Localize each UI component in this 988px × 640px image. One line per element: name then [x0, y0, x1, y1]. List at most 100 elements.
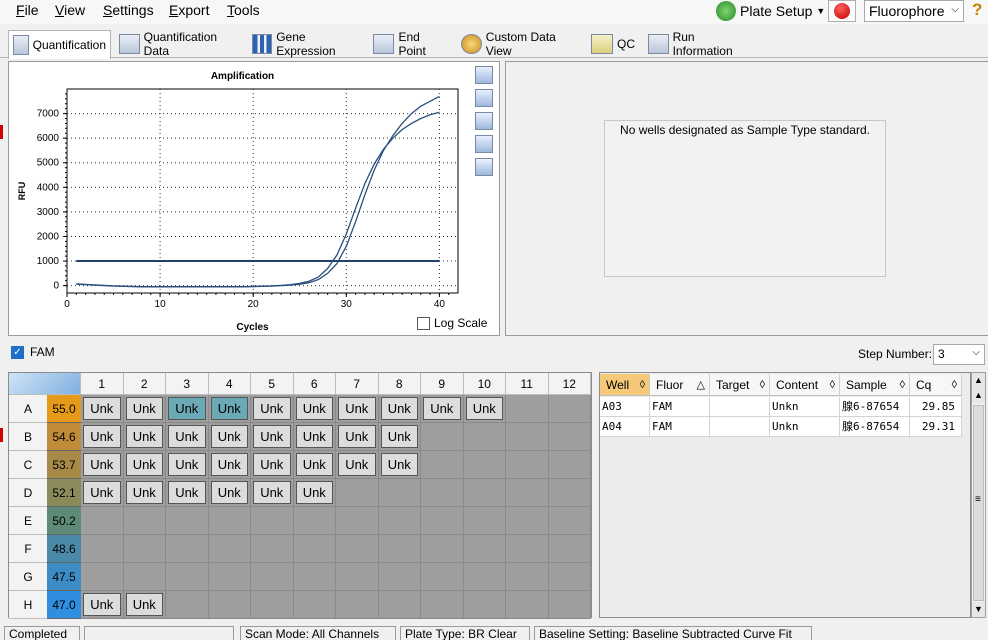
- plate-well[interactable]: Unk: [251, 395, 294, 423]
- plate-well[interactable]: Unk: [251, 451, 294, 479]
- plate-well[interactable]: [251, 535, 294, 563]
- plate-well[interactable]: [81, 563, 124, 591]
- menu-view[interactable]: View: [55, 2, 85, 18]
- result-cell-fluor[interactable]: FAM: [650, 397, 710, 417]
- well-content-label[interactable]: Unk: [210, 481, 248, 504]
- plate-well[interactable]: [506, 563, 549, 591]
- well-content-label[interactable]: Unk: [380, 453, 418, 476]
- plate-well[interactable]: [123, 563, 166, 591]
- plate-well[interactable]: [548, 395, 591, 423]
- plate-well[interactable]: [251, 563, 294, 591]
- results-scrollbar[interactable]: ▲ ▲ ≡ ▼: [971, 372, 986, 618]
- well-content-label[interactable]: Unk: [253, 453, 291, 476]
- fluorophore-select[interactable]: Fluorophore ⌵: [864, 0, 964, 22]
- plate-well[interactable]: Unk: [293, 451, 336, 479]
- plate-well[interactable]: [336, 479, 379, 507]
- well-content-label[interactable]: Unk: [423, 397, 461, 420]
- chart-settings-icon[interactable]: [475, 135, 493, 153]
- well-content-label[interactable]: Unk: [168, 453, 206, 476]
- plate-well[interactable]: [123, 507, 166, 535]
- scroll-down-icon[interactable]: ▼: [972, 602, 985, 617]
- well-content-label[interactable]: Unk: [125, 593, 163, 616]
- well-content-label[interactable]: Unk: [168, 425, 206, 448]
- export-icon[interactable]: [475, 112, 493, 130]
- plate-well[interactable]: [293, 591, 336, 619]
- plate-well[interactable]: Unk: [293, 423, 336, 451]
- column-header[interactable]: 1: [81, 373, 124, 395]
- well-content-label[interactable]: Unk: [83, 425, 121, 448]
- well-content-label[interactable]: Unk: [125, 397, 163, 420]
- row-header[interactable]: A: [9, 395, 47, 423]
- plate-well[interactable]: [548, 479, 591, 507]
- plate-well[interactable]: Unk: [166, 423, 209, 451]
- row-header[interactable]: F: [9, 535, 47, 563]
- sort-icon[interactable]: ◊: [640, 374, 645, 396]
- column-header[interactable]: 12: [548, 373, 591, 395]
- well-content-label[interactable]: Unk: [210, 397, 248, 420]
- column-header[interactable]: 5: [251, 373, 294, 395]
- plate-well[interactable]: Unk: [336, 395, 379, 423]
- plate-well[interactable]: [378, 479, 421, 507]
- plate-well[interactable]: [421, 479, 464, 507]
- row-header[interactable]: H: [9, 591, 47, 619]
- result-cell-well[interactable]: A04: [600, 417, 650, 437]
- row-header[interactable]: B: [9, 423, 47, 451]
- result-cell-well[interactable]: A03: [600, 397, 650, 417]
- menu-tools[interactable]: Tools: [227, 2, 260, 18]
- plate-well[interactable]: [293, 507, 336, 535]
- plate-well[interactable]: [506, 479, 549, 507]
- column-header[interactable]: 10: [463, 373, 506, 395]
- column-header-cq[interactable]: Cq ◊: [910, 374, 962, 396]
- plate-well[interactable]: [463, 423, 506, 451]
- plate-well[interactable]: [463, 563, 506, 591]
- row-header[interactable]: D: [9, 479, 47, 507]
- well-content-label[interactable]: Unk: [338, 425, 376, 448]
- plate-well[interactable]: [336, 535, 379, 563]
- column-header[interactable]: 11: [506, 373, 549, 395]
- result-cell-target[interactable]: [710, 417, 770, 437]
- plate-well[interactable]: Unk: [81, 451, 124, 479]
- plate-well[interactable]: [548, 423, 591, 451]
- plate-well[interactable]: Unk: [81, 479, 124, 507]
- plate-well[interactable]: [463, 591, 506, 619]
- plate-well[interactable]: [81, 507, 124, 535]
- plate-well[interactable]: [208, 535, 251, 563]
- plate-well[interactable]: Unk: [378, 451, 421, 479]
- well-content-label[interactable]: Unk: [253, 397, 291, 420]
- column-header[interactable]: 7: [336, 373, 379, 395]
- log-scale-checkbox[interactable]: [417, 316, 430, 330]
- copy-icon[interactable]: [475, 66, 493, 84]
- tab-gene-expression[interactable]: Gene Expression: [248, 30, 364, 58]
- plate-well[interactable]: Unk: [123, 395, 166, 423]
- plate-well[interactable]: [506, 535, 549, 563]
- plate-well[interactable]: [421, 563, 464, 591]
- plate-well[interactable]: [378, 591, 421, 619]
- plate-well[interactable]: Unk: [421, 395, 464, 423]
- plate-well[interactable]: [166, 535, 209, 563]
- result-cell-cq[interactable]: 29.31: [910, 417, 962, 437]
- well-content-label[interactable]: Unk: [125, 425, 163, 448]
- plate-well[interactable]: Unk: [208, 479, 251, 507]
- plate-well[interactable]: Unk: [123, 423, 166, 451]
- plate-well[interactable]: Unk: [81, 591, 124, 619]
- plate-well[interactable]: [463, 451, 506, 479]
- curve-icon[interactable]: [475, 158, 493, 176]
- fam-toggle[interactable]: ✓ FAM: [11, 345, 55, 359]
- column-header-sample[interactable]: Sample ◊: [840, 374, 910, 396]
- well-content-label[interactable]: Unk: [338, 397, 376, 420]
- well-content-label[interactable]: Unk: [83, 593, 121, 616]
- well-content-label[interactable]: Unk: [83, 397, 121, 420]
- row-header[interactable]: G: [9, 563, 47, 591]
- help-button[interactable]: ?: [972, 0, 988, 22]
- plate-well[interactable]: [506, 507, 549, 535]
- well-content-label[interactable]: Unk: [295, 397, 333, 420]
- column-header[interactable]: 4: [208, 373, 251, 395]
- column-header-content[interactable]: Content ◊: [770, 374, 840, 396]
- column-header[interactable]: 6: [293, 373, 336, 395]
- plate-well[interactable]: [548, 451, 591, 479]
- column-header[interactable]: 9: [421, 373, 464, 395]
- result-cell-target[interactable]: [710, 397, 770, 417]
- plate-well[interactable]: Unk: [81, 395, 124, 423]
- plate-well[interactable]: [123, 535, 166, 563]
- column-header[interactable]: 3: [166, 373, 209, 395]
